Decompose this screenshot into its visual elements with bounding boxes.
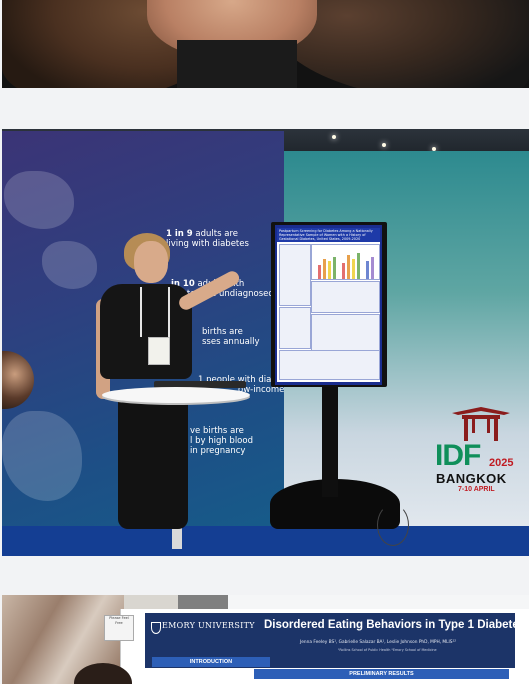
eposter-text-block: [279, 307, 311, 349]
chart-bar: [352, 259, 355, 279]
chart-bar: [323, 259, 326, 279]
chart-bar: [328, 261, 331, 279]
neck-collar: [177, 40, 297, 88]
chart-bar: [357, 253, 360, 279]
section-introduction: INTRODUCTION: [152, 657, 270, 667]
photo-idf-booth[interactable]: 1 in 9 adults are living with diabetes i…: [2, 129, 529, 556]
presenter-face: [134, 241, 168, 283]
chart-bar: [333, 257, 336, 279]
idf-city: BANGKOK: [436, 471, 507, 486]
eposter-table: [311, 281, 380, 313]
eposter-chart: [311, 244, 380, 280]
eposter-conclusion: [279, 350, 380, 380]
university-name: EMORY UNIVERSITY: [162, 621, 255, 630]
cable: [377, 504, 409, 546]
pagoda-logo-icon: [452, 407, 510, 441]
eposter-title: Postpartum Screening for Diabetes Among …: [277, 228, 380, 242]
eposter[interactable]: Postpartum Screening for Diabetes Among …: [277, 228, 380, 382]
emory-shield-icon: [151, 622, 161, 634]
section-preliminary-results: PRELIMINARY RESULTS: [254, 669, 509, 679]
chart-bar: [342, 263, 345, 279]
poster-title: Disordered Eating Behaviors in Type 1 Di…: [264, 619, 526, 631]
photo-emory-poster[interactable]: Please Feel Free EMORY UNIVERSITY Disord…: [2, 595, 529, 684]
world-map-shape: [42, 241, 97, 289]
standing-table: [102, 387, 250, 403]
poster-affiliation: ¹Rollins School of Public Health ²Emory …: [338, 648, 437, 652]
idf-dates: 7-10 APRIL: [458, 486, 495, 493]
chart-bar: [347, 255, 350, 279]
chart-bar: [318, 265, 321, 279]
eposter-table: [311, 314, 380, 351]
poster-sticker: Please Feel Free: [104, 615, 134, 641]
stat-5: ve births are l by high blood in pregnan…: [190, 426, 253, 456]
world-map-shape: [2, 411, 82, 501]
lanyard: [140, 287, 170, 337]
monitor-stand: [322, 387, 338, 497]
ceiling-light: [332, 135, 336, 139]
world-map-shape: [4, 171, 74, 229]
eposter-text-block: [279, 244, 311, 306]
idf-logo: IDF: [435, 439, 481, 472]
presenter-legs: [118, 389, 188, 529]
booth-floor: [2, 526, 529, 556]
stat-3: births are sses annually: [202, 327, 260, 347]
ceiling-light: [382, 143, 386, 147]
stat-1: 1 in 9 adults are living with diabetes: [166, 229, 249, 249]
name-badge: [148, 337, 170, 365]
photo-portrait-cropped[interactable]: [2, 0, 529, 88]
chart-bar: [366, 261, 369, 279]
poster-authors: Jenna Feeley BS¹, Gabrielle Salazar BA¹,…: [300, 640, 456, 645]
chart-bar: [371, 257, 374, 279]
idf-year: 2025: [489, 457, 514, 469]
